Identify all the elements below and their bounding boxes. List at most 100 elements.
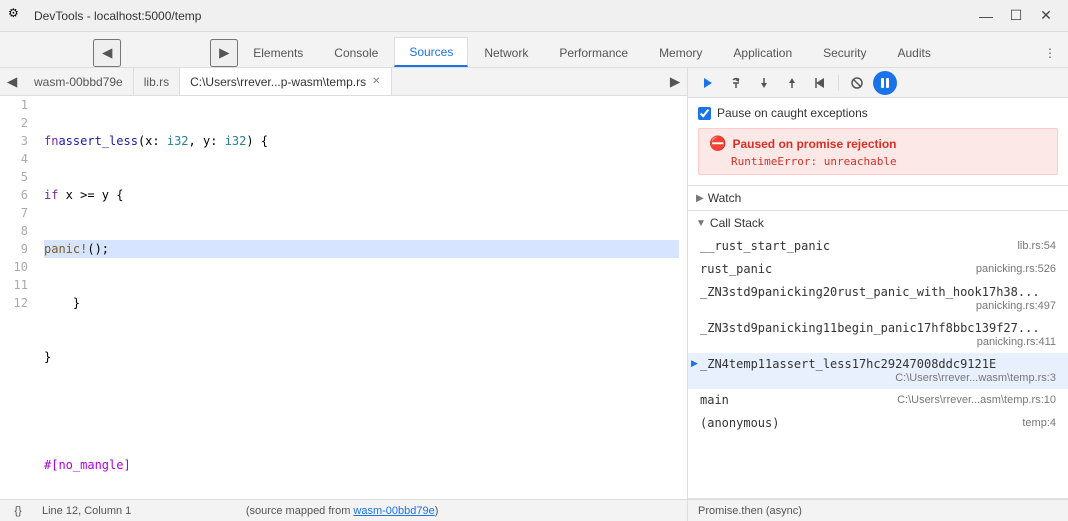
step-out-button[interactable] — [780, 71, 804, 95]
watch-section: ▶ Watch — [688, 186, 1068, 211]
pause-on-exceptions-button[interactable] — [873, 71, 897, 95]
callstack-loc-panic-hook-full: panicking.rs:497 — [700, 299, 1056, 312]
cursor-position: Line 12, Column 1 — [42, 505, 131, 517]
window-controls: — ☐ ✕ — [972, 5, 1060, 27]
code-content: fn assert_less(x: i32, y: i32) { if x >=… — [36, 96, 687, 499]
callstack-header[interactable]: ▼ Call Stack — [688, 211, 1068, 235]
code-line-6 — [44, 402, 679, 420]
callstack-item-panic-hook[interactable]: _ZN3std9panicking20rust_panic_with_hook1… — [688, 281, 1068, 317]
line-num-11: 11 — [8, 276, 28, 294]
back-nav-button[interactable]: ◀ — [93, 39, 121, 67]
line-num-4: 4 — [8, 150, 28, 168]
code-area[interactable]: 1 2 3 4 5 6 7 8 9 10 11 12 fn assert_les… — [0, 96, 687, 499]
source-map-link[interactable]: wasm-00bbd79e — [353, 505, 434, 517]
step-over-button[interactable] — [724, 71, 748, 95]
toolbar-divider — [838, 75, 839, 91]
callstack-fn-anonymous: (anonymous) — [700, 416, 1014, 430]
line-num-1: 1 — [8, 96, 28, 114]
callstack-fn-assert-less: _ZN4temp11assert_less17hc29247008ddc9121… — [700, 357, 1056, 371]
promise-footer-label: Promise.then (async) — [698, 505, 802, 517]
resume-button[interactable] — [696, 71, 720, 95]
callstack-loc-rust-panic: panicking.rs:526 — [976, 263, 1056, 275]
minimize-button[interactable]: — — [972, 5, 1000, 27]
callstack-fn-panic-hook: _ZN3std9panicking20rust_panic_with_hook1… — [700, 285, 1056, 299]
callstack-item-rust-start-panic[interactable]: __rust_start_panic lib.rs:54 — [688, 235, 1068, 258]
tab-sources[interactable]: Sources — [394, 37, 468, 67]
callstack-item-assert-less[interactable]: _ZN4temp11assert_less17hc29247008ddc9121… — [688, 353, 1068, 389]
code-line-3: panic!(); — [44, 240, 679, 258]
watch-label: Watch — [708, 191, 742, 205]
maximize-button[interactable]: ☐ — [1002, 5, 1030, 27]
tab-console[interactable]: Console — [319, 37, 393, 67]
code-line-5: } — [44, 348, 679, 366]
tab-security[interactable]: Security — [808, 37, 881, 67]
line-num-12: 12 — [8, 294, 28, 312]
tab-performance[interactable]: Performance — [544, 37, 643, 67]
window-title: DevTools - localhost:5000/temp — [34, 9, 972, 23]
tab-audits[interactable]: Audits — [882, 37, 945, 67]
code-line-2: if x >= y { — [44, 186, 679, 204]
debugger-panel: Pause on caught exceptions ⛔ Paused on p… — [688, 68, 1068, 521]
pause-on-caught-row: Pause on caught exceptions — [698, 104, 1058, 122]
callstack-item-anonymous[interactable]: (anonymous) temp:4 — [688, 412, 1068, 435]
callstack-list: __rust_start_panic lib.rs:54 rust_panic … — [688, 235, 1068, 435]
forward-nav-button[interactable]: ▶ — [210, 39, 238, 67]
callstack-fn-rust-panic: rust_panic — [700, 262, 968, 276]
code-line-1: fn assert_less(x: i32, y: i32) { — [44, 132, 679, 150]
promise-footer: Promise.then (async) — [688, 499, 1068, 521]
line-num-10: 10 — [8, 258, 28, 276]
tab-elements[interactable]: Elements — [238, 37, 318, 67]
line-num-3: 3 — [8, 132, 28, 150]
callstack-loc-anonymous: temp:4 — [1022, 417, 1056, 429]
callstack-label: Call Stack — [710, 216, 764, 230]
callstack-item-rust-panic[interactable]: rust_panic panicking.rs:526 — [688, 258, 1068, 281]
line-num-7: 7 — [8, 204, 28, 222]
main-tabbar: ◀ ▶ Elements Console Sources Network Per… — [0, 32, 1068, 68]
callstack-item-begin-panic[interactable]: _ZN3std9panicking11begin_panic17hf8bbc13… — [688, 317, 1068, 353]
step-back-button[interactable] — [808, 71, 832, 95]
callstack-loc-rust-start-panic: lib.rs:54 — [1017, 240, 1056, 252]
file-tab-end[interactable]: ▶ — [663, 68, 687, 96]
line-num-6: 6 — [8, 186, 28, 204]
callstack-item-main[interactable]: main C:\Users\rrever...asm\temp.rs:10 — [688, 389, 1068, 412]
paused-banner: ⛔ Paused on promise rejection RuntimeErr… — [698, 128, 1058, 175]
file-tab-temp[interactable]: C:\Users\rrever...p-wasm\temp.rs ✕ — [180, 68, 391, 96]
file-tab-temp-close[interactable]: ✕ — [372, 76, 380, 87]
file-tab-temp-label: C:\Users\rrever...p-wasm\temp.rs — [190, 75, 366, 89]
paused-detail: RuntimeError: unreachable — [709, 155, 1047, 168]
tab-application[interactable]: Application — [718, 37, 807, 67]
pause-on-caught-checkbox[interactable] — [698, 107, 711, 120]
paused-title: ⛔ Paused on promise rejection — [709, 135, 1047, 152]
pause-on-caught-label: Pause on caught exceptions — [717, 106, 868, 120]
callstack-chevron: ▼ — [696, 218, 706, 229]
code-line-4: } — [44, 294, 679, 312]
file-tabs: ◀ wasm-00bbd79e lib.rs C:\Users\rrever..… — [0, 68, 687, 96]
callstack-section: ▼ Call Stack __rust_start_panic lib.rs:5… — [688, 211, 1068, 499]
deactivate-breakpoints-button[interactable] — [845, 71, 869, 95]
code-line-7: #[no_mangle] — [44, 456, 679, 474]
file-tab-lib[interactable]: lib.rs — [134, 68, 180, 96]
line-num-8: 8 — [8, 222, 28, 240]
error-icon: ⛔ — [709, 135, 726, 152]
pretty-print-icon[interactable]: {} — [10, 503, 26, 519]
line-num-5: 5 — [8, 168, 28, 186]
source-map-text — [147, 505, 230, 517]
more-tabs-button[interactable]: ⋮ — [1036, 39, 1064, 67]
watch-header[interactable]: ▶ Watch — [688, 186, 1068, 210]
watch-chevron: ▶ — [696, 193, 704, 204]
step-into-button[interactable] — [752, 71, 776, 95]
line-num-9: 9 — [8, 240, 28, 258]
main-content: ◀ wasm-00bbd79e lib.rs C:\Users\rrever..… — [0, 68, 1068, 521]
titlebar: ⚙ DevTools - localhost:5000/temp — ☐ ✕ — [0, 0, 1068, 32]
tab-memory[interactable]: Memory — [644, 37, 717, 67]
right-scroll-area[interactable]: Pause on caught exceptions ⛔ Paused on p… — [688, 98, 1068, 499]
status-bar: {} Line 12, Column 1 (source mapped from… — [0, 499, 687, 521]
file-tab-wasm[interactable]: wasm-00bbd79e — [24, 68, 134, 96]
close-button[interactable]: ✕ — [1032, 5, 1060, 27]
tab-network[interactable]: Network — [469, 37, 543, 67]
line-num-2: 2 — [8, 114, 28, 132]
callstack-fn-rust-start-panic: __rust_start_panic — [700, 239, 1009, 253]
callstack-fn-main: main — [700, 393, 889, 407]
devtools-icon: ⚙ — [8, 6, 28, 26]
file-tab-back[interactable]: ◀ — [0, 68, 24, 96]
